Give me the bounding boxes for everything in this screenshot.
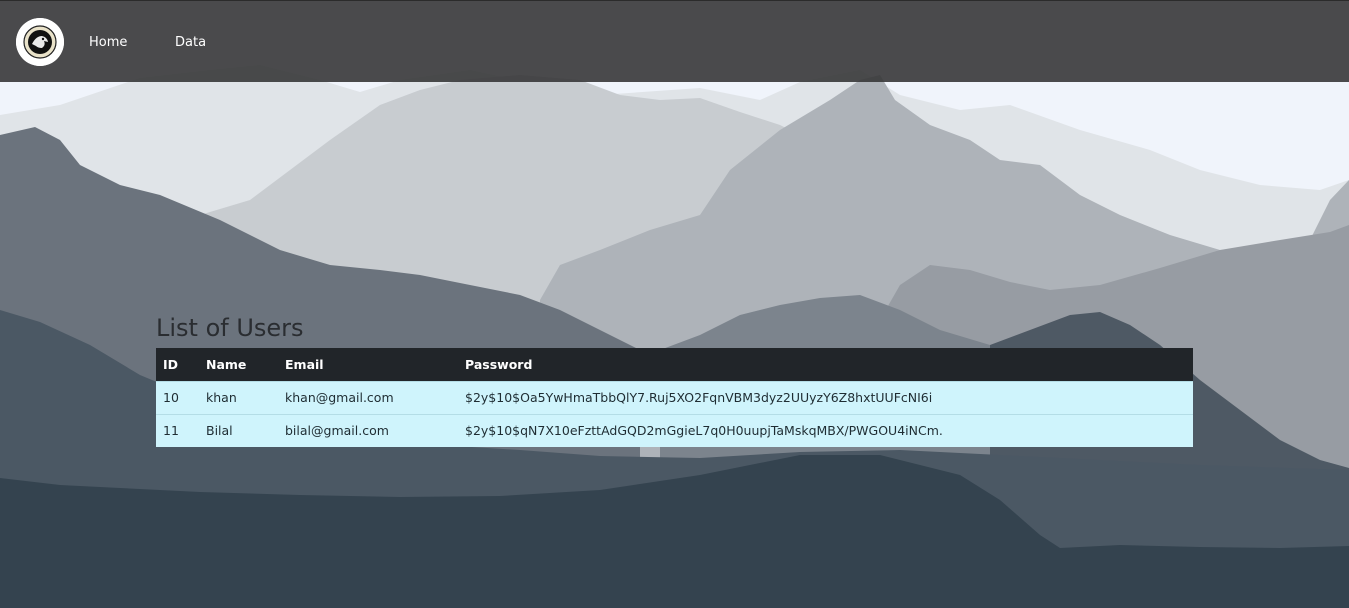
table-header-row: ID Name Email Password [156, 348, 1193, 381]
cell-password: $2y$10$qN7X10eFzttAdGQD2mGgieL7q0H0uupjT… [458, 413, 1193, 447]
top-navbar: Home Data [0, 0, 1349, 82]
users-table: ID Name Email Password 10 khan khan@gmai… [156, 348, 1193, 447]
nav-link-data[interactable]: Data [175, 34, 206, 52]
cell-name: Bilal [199, 413, 278, 447]
cell-email: bilal@gmail.com [278, 413, 458, 447]
table-body: 10 khan khan@gmail.com $2y$10$Oa5YwHmaTb… [156, 380, 1193, 447]
cell-id: 10 [156, 380, 199, 414]
table-row: 11 Bilal bilal@gmail.com $2y$10$qN7X10eF… [156, 413, 1193, 447]
cell-password: $2y$10$Oa5YwHmaTbbQlY7.Ruj5XO2FqnVBM3dyz… [458, 380, 1193, 414]
nav-link-home[interactable]: Home [89, 34, 127, 52]
page-title: List of Users [156, 314, 304, 342]
column-header-name: Name [199, 348, 278, 381]
column-header-email: Email [278, 348, 458, 381]
table-header: ID Name Email Password [156, 348, 1193, 381]
cell-id: 11 [156, 413, 199, 447]
cell-name: khan [199, 380, 278, 414]
column-header-password: Password [458, 348, 1193, 381]
logo-icon[interactable] [16, 18, 64, 66]
column-header-id: ID [156, 348, 199, 381]
table-row: 10 khan khan@gmail.com $2y$10$Oa5YwHmaTb… [156, 380, 1193, 414]
mountain-background [0, 0, 1349, 608]
cell-email: khan@gmail.com [278, 380, 458, 414]
